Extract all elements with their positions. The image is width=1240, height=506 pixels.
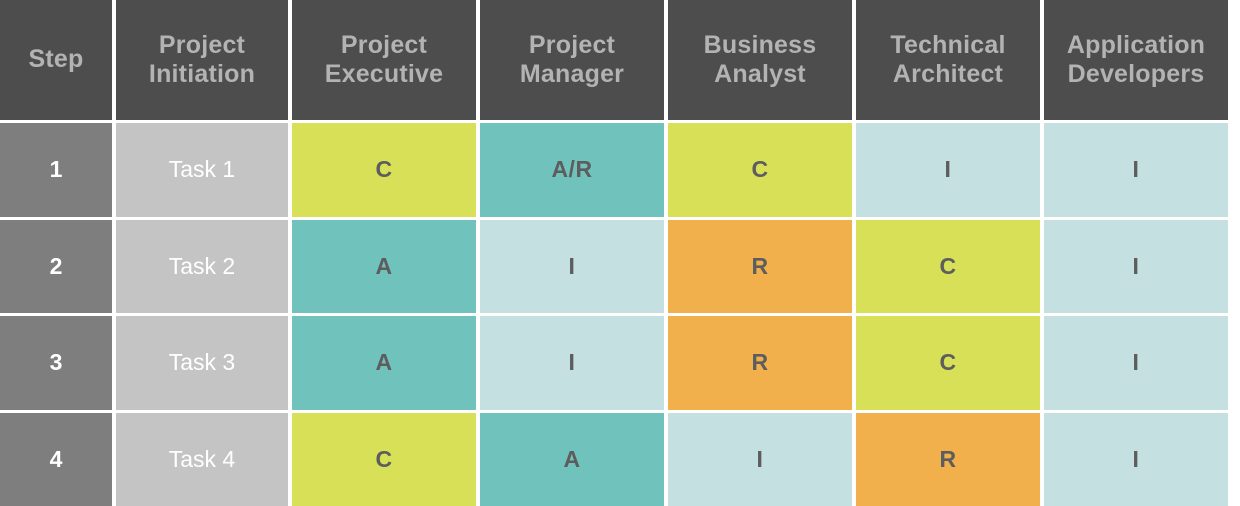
cell-raci-ba: R — [668, 316, 852, 410]
column-header-project-executive: Project Executive — [292, 0, 476, 120]
cell-raci-ad: I — [1044, 316, 1228, 410]
cell-raci-ad: I — [1044, 220, 1228, 314]
column-header-application-developers: Application Developers — [1044, 0, 1228, 120]
cell-raci-ta: C — [856, 316, 1040, 410]
cell-raci-pe: A — [292, 220, 476, 314]
cell-raci-ba: R — [668, 220, 852, 314]
column-header-project-manager-line-2: Manager — [520, 60, 624, 90]
column-header-project-manager-line-1: Project — [520, 31, 624, 61]
cell-step-number: 3 — [0, 316, 112, 410]
cell-raci-ta: R — [856, 413, 1040, 506]
cell-raci-ba: I — [668, 413, 852, 506]
cell-step-number: 1 — [0, 123, 112, 217]
column-header-project-initiation-line-1: Project — [149, 31, 255, 61]
table-header-row: Step Project Initiation Project Executiv… — [0, 0, 1240, 120]
column-header-project-manager: Project Manager — [480, 0, 664, 120]
column-header-technical-architect-line-2: Architect — [890, 60, 1005, 90]
cell-step-number: 2 — [0, 220, 112, 314]
cell-raci-ad: I — [1044, 413, 1228, 506]
cell-raci-pe: C — [292, 123, 476, 217]
table-row: 1Task 1CA/RCII — [0, 123, 1240, 217]
raci-matrix-table: Step Project Initiation Project Executiv… — [0, 0, 1240, 506]
column-header-step-line-1: Step — [29, 45, 84, 75]
column-header-technical-architect: Technical Architect — [856, 0, 1040, 120]
column-header-technical-architect-line-1: Technical — [890, 31, 1005, 61]
column-header-application-developers-line-1: Application — [1067, 31, 1205, 61]
cell-raci-ba: C — [668, 123, 852, 217]
column-header-business-analyst-line-2: Analyst — [704, 60, 817, 90]
column-header-business-analyst: Business Analyst — [668, 0, 852, 120]
table-row: 4Task 4CAIRI — [0, 413, 1240, 506]
cell-raci-ta: C — [856, 220, 1040, 314]
cell-raci-pm: I — [480, 316, 664, 410]
cell-task-name: Task 3 — [116, 316, 288, 410]
column-header-project-executive-line-1: Project — [325, 31, 444, 61]
cell-raci-pm: A — [480, 413, 664, 506]
cell-raci-pm: A/R — [480, 123, 664, 217]
cell-task-name: Task 4 — [116, 413, 288, 506]
cell-raci-ad: I — [1044, 123, 1228, 217]
cell-raci-ta: I — [856, 123, 1040, 217]
column-header-application-developers-line-2: Developers — [1067, 60, 1205, 90]
column-header-step: Step — [0, 0, 112, 120]
cell-task-name: Task 1 — [116, 123, 288, 217]
table-row: 2Task 2AIRCI — [0, 220, 1240, 314]
table-row: 3Task 3AIRCI — [0, 316, 1240, 410]
column-header-project-initiation-line-2: Initiation — [149, 60, 255, 90]
cell-raci-pe: A — [292, 316, 476, 410]
table-body: 1Task 1CA/RCII2Task 2AIRCI3Task 3AIRCI4T… — [0, 123, 1240, 506]
cell-step-number: 4 — [0, 413, 112, 506]
column-header-business-analyst-line-1: Business — [704, 31, 817, 61]
column-header-project-executive-line-2: Executive — [325, 60, 444, 90]
cell-raci-pe: C — [292, 413, 476, 506]
column-header-project-initiation: Project Initiation — [116, 0, 288, 120]
cell-raci-pm: I — [480, 220, 664, 314]
cell-task-name: Task 2 — [116, 220, 288, 314]
